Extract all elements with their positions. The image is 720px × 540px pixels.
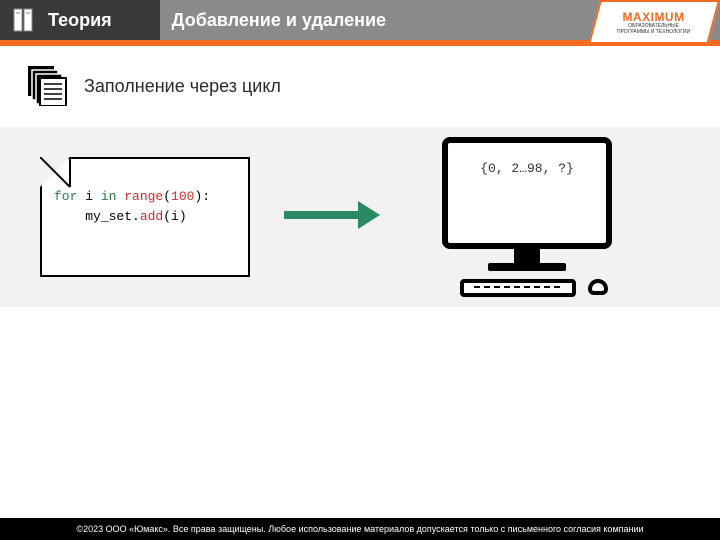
subtitle-row: Заполнение через цикл <box>0 46 720 127</box>
footer-copyright: ©2023 ООО «Юмакс». Все права защищены. Л… <box>0 518 720 540</box>
code-line2-end: (i) <box>163 209 186 224</box>
monitor-stand-icon <box>514 249 540 263</box>
subtitle: Заполнение через цикл <box>84 76 281 97</box>
document-stack-icon <box>24 62 68 111</box>
computer-illustration: {0, 2…98, ?} <box>410 137 680 297</box>
code-line1-end: ): <box>194 189 210 204</box>
code-fn-add: add <box>140 209 163 224</box>
brand-tagline-2: ПРОГРАММЫ И ТЕХНОЛОГИИ <box>618 29 691 35</box>
monitor-base-icon <box>488 263 566 271</box>
brand-name: MAXIMUM <box>618 10 691 24</box>
brand-logo: MAXIMUM ОБРАЗОВАТЕЛЬНЫЕ ПРОГРАММЫ И ТЕХН… <box>588 0 720 44</box>
fold-line-icon <box>40 157 72 189</box>
code-fn-range: range <box>116 189 163 204</box>
code-indent: my_set. <box>54 209 140 224</box>
code-num: 100 <box>171 189 194 204</box>
code-content: for i in range(100): my_set.add(i) <box>42 159 248 238</box>
monitor-icon: {0, 2…98, ?} <box>442 137 612 249</box>
code-card: for i in range(100): my_set.add(i) <box>40 157 250 277</box>
main-content: for i in range(100): my_set.add(i) {0, 2… <box>0 127 720 307</box>
code-keyword-for: for <box>54 189 77 204</box>
monitor-output: {0, 2…98, ?} <box>480 161 574 176</box>
header-title: Добавление и удаление <box>172 10 386 31</box>
code-keyword-in: in <box>101 189 117 204</box>
code-paren: ( <box>163 189 171 204</box>
mouse-icon <box>588 279 608 295</box>
keyboard-icon <box>460 279 576 297</box>
code-var: i <box>77 189 100 204</box>
header-bar: Теория Добавление и удаление MAXIMUM ОБР… <box>0 0 720 40</box>
book-icon <box>10 6 38 34</box>
header-section-label: Теория <box>48 10 112 31</box>
arrow-icon <box>280 195 380 240</box>
